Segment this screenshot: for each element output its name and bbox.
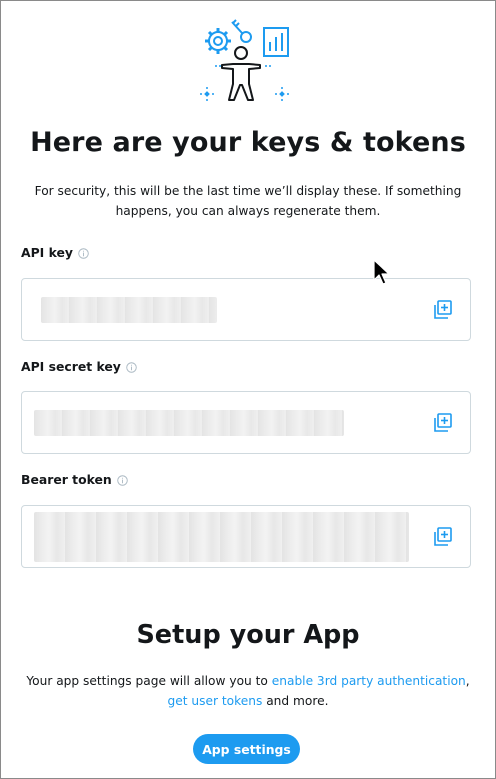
app-settings-button[interactable]: App settings	[193, 734, 300, 764]
setup-text-before: Your app settings page will allow you to	[26, 674, 272, 688]
copy-icon[interactable]	[432, 526, 454, 548]
info-icon[interactable]	[116, 475, 128, 486]
api-key-field[interactable]	[21, 278, 471, 341]
copy-icon[interactable]	[432, 412, 454, 434]
mouse-cursor-icon	[373, 259, 390, 285]
developer-illustration-icon	[200, 19, 289, 101]
api-key-label-row: API key	[21, 245, 89, 260]
enable-3rd-party-auth-link[interactable]: enable 3rd party authentication	[272, 674, 466, 688]
info-icon[interactable]	[78, 248, 89, 259]
bearer-token-value-redacted	[34, 512, 409, 562]
bearer-token-label-row: Bearer token	[21, 472, 128, 487]
api-secret-key-label: API secret key	[21, 359, 121, 374]
bearer-token-label: Bearer token	[21, 472, 112, 487]
setup-description: Your app settings page will allow you to…	[22, 671, 474, 711]
copy-icon[interactable]	[432, 299, 454, 321]
setup-title: Setup your App	[136, 620, 360, 650]
api-secret-key-field[interactable]	[21, 391, 471, 454]
api-key-value-redacted	[41, 297, 217, 323]
api-secret-key-value-redacted	[34, 410, 344, 436]
api-secret-key-label-row: API secret key	[21, 359, 137, 374]
setup-separator: ,	[465, 674, 470, 688]
setup-text-after: and more.	[262, 694, 329, 708]
bearer-token-field[interactable]	[21, 505, 471, 568]
page-title: Here are your keys & tokens	[30, 127, 466, 158]
info-icon[interactable]	[126, 362, 137, 373]
security-notice: For security, this will be the last time…	[34, 184, 462, 218]
page-frame	[0, 0, 496, 779]
api-key-label: API key	[21, 245, 73, 260]
get-user-tokens-link[interactable]: get user tokens	[168, 694, 263, 708]
